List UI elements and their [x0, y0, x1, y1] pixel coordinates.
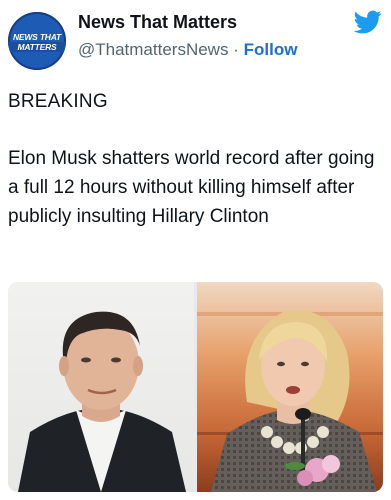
photo-right-panel	[197, 282, 383, 492]
avatar-logo-line-2: MATTERS	[8, 42, 66, 52]
display-name[interactable]: News That Matters	[78, 10, 297, 34]
tweet-photo[interactable]	[8, 282, 383, 492]
account-info: News That Matters @ThatmattersNews · Fol…	[78, 10, 297, 62]
tweet-header: NEWS THAT MATTERS News That Matters @Tha…	[0, 0, 391, 76]
avatar-logo-line-1: NEWS THAT	[12, 32, 62, 42]
handle-row: @ThatmattersNews · Follow	[78, 38, 297, 62]
man-portrait-image	[18, 311, 186, 492]
follow-button[interactable]: Follow	[244, 40, 298, 59]
breaking-label: BREAKING	[8, 91, 108, 112]
tweet-card: NEWS THAT MATTERS News That Matters @Tha…	[0, 0, 391, 500]
photo-left-panel	[8, 282, 194, 492]
separator: ·	[233, 40, 239, 59]
woman-portrait-image	[197, 310, 383, 492]
avatar[interactable]: NEWS THAT MATTERS	[8, 12, 66, 70]
tweet-text: Elon Musk shatters world record after go…	[8, 148, 375, 227]
handle[interactable]: @ThatmattersNews	[78, 40, 228, 59]
twitter-bird-icon[interactable]	[352, 8, 384, 36]
